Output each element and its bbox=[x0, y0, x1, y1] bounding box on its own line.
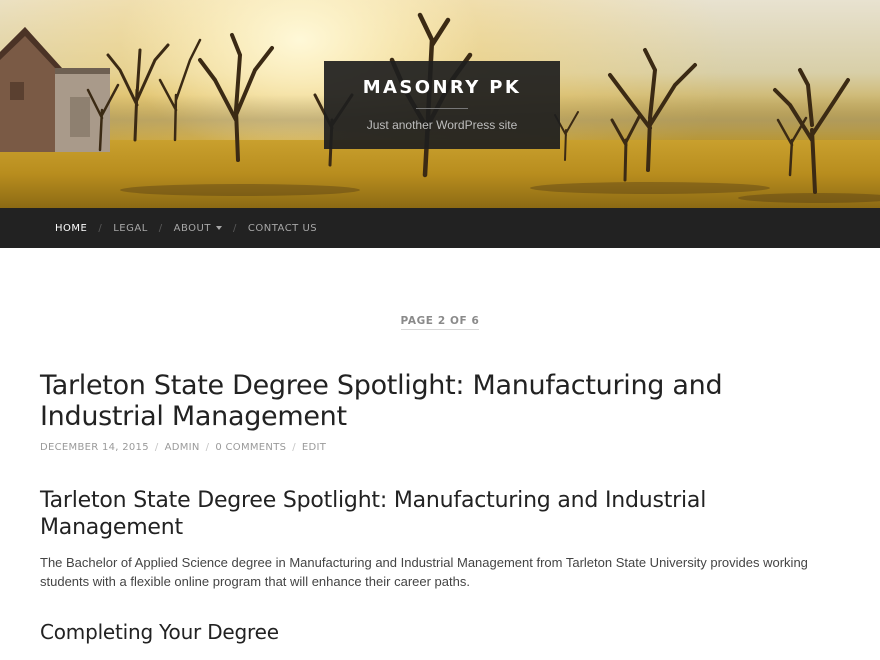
post-date-link[interactable]: DECEMBER 14, 2015 bbox=[40, 442, 149, 453]
nav-separator: / bbox=[98, 222, 103, 234]
post-title[interactable]: Tarleton State Degree Spotlight: Manufac… bbox=[40, 370, 850, 432]
nav-item-home[interactable]: HOME bbox=[55, 223, 87, 234]
content-heading: Tarleton State Degree Spotlight: Manufac… bbox=[40, 488, 707, 540]
post-article: Tarleton State Degree Spotlight: Manufac… bbox=[40, 370, 850, 644]
nav-separator: / bbox=[158, 222, 163, 234]
page-count-label: PAGE 2 OF 6 bbox=[400, 315, 480, 330]
content-paragraph: The Bachelor of Applied Science degree i… bbox=[40, 555, 808, 589]
nav-separator: / bbox=[232, 222, 237, 234]
branding-divider bbox=[416, 108, 468, 109]
content-subheading: Completing Your Degree bbox=[40, 620, 279, 644]
nav-item-legal[interactable]: LEGAL bbox=[113, 223, 148, 234]
meta-separator: / bbox=[292, 442, 296, 453]
post-edit-link[interactable]: EDIT bbox=[302, 442, 326, 453]
chevron-down-icon bbox=[215, 225, 222, 230]
pagination-indicator: PAGE 2 OF 6 bbox=[0, 309, 880, 330]
nav-item-about[interactable]: ABOUT bbox=[174, 223, 222, 234]
post-comments-link[interactable]: 0 COMMENTS bbox=[215, 442, 286, 453]
site-title[interactable]: MASONRY PK bbox=[324, 77, 560, 98]
meta-separator: / bbox=[154, 442, 159, 453]
post-author-link[interactable]: ADMIN bbox=[165, 442, 200, 453]
main-navigation: HOME / LEGAL / ABOUT / CONTACT US bbox=[0, 208, 880, 248]
post-meta: DECEMBER 14, 2015 / ADMIN / 0 COMMENTS / EDIT bbox=[40, 442, 850, 453]
meta-separator: / bbox=[205, 442, 210, 453]
nav-item-about-label: ABOUT bbox=[173, 222, 211, 234]
header-banner: MASONRY PK Just another WordPress site bbox=[0, 0, 880, 208]
site-branding: MASONRY PK Just another WordPress site bbox=[324, 61, 560, 149]
nav-item-contact-us[interactable]: CONTACT US bbox=[248, 223, 317, 234]
site-tagline: Just another WordPress site bbox=[366, 118, 518, 132]
